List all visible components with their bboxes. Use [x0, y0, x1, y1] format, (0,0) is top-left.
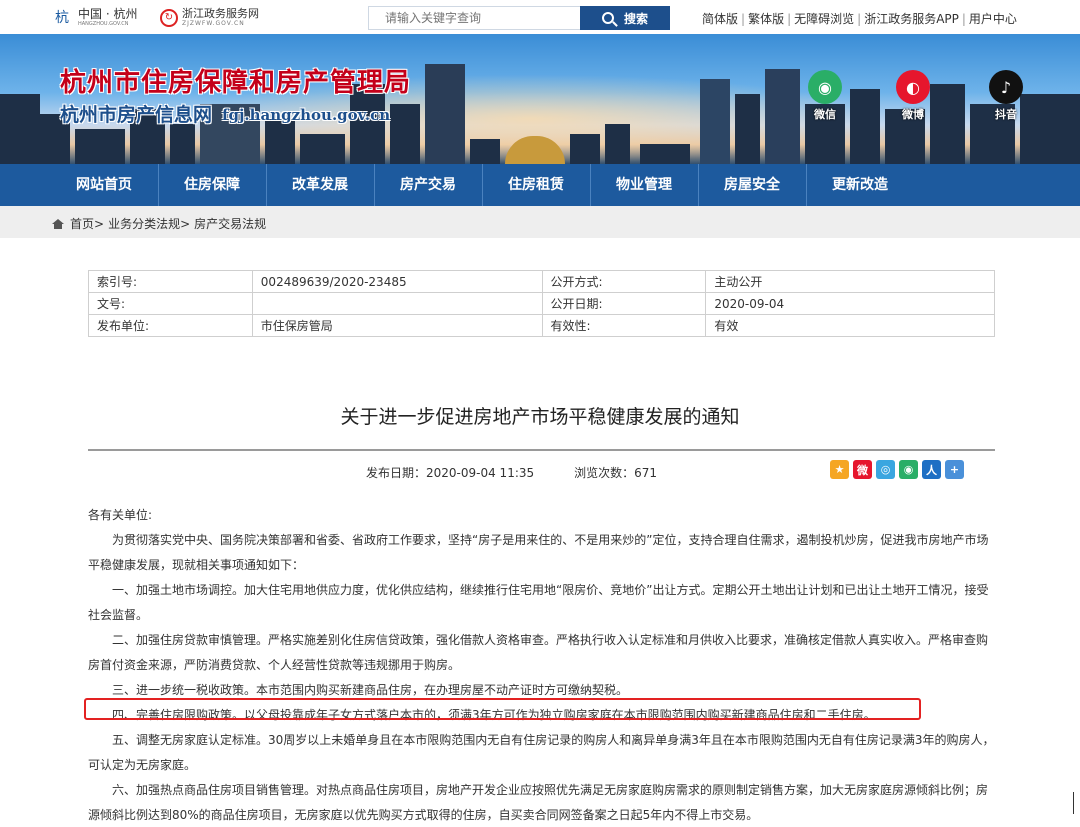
- share-bar: ★ 微 ◎ ◉ 人 +: [830, 460, 964, 479]
- meta-label: 公开方式:: [541, 270, 707, 293]
- top-links: 简体版 | 繁体版 | 无障碍浏览 | 浙江政务服务APP | 用户中心: [702, 12, 1017, 26]
- paragraph: 五、调整无房家庭认定标准。30周岁以上未婚单身且在本市限购范围内无自有住房记录的…: [88, 733, 995, 772]
- nav-rental[interactable]: 住房租赁: [482, 164, 590, 206]
- link-accessibility[interactable]: 无障碍浏览: [794, 12, 854, 26]
- nav-housing-security[interactable]: 住房保障: [158, 164, 266, 206]
- meta-label: 索引号:: [88, 270, 253, 293]
- zjzwfw-logo[interactable]: ↻ 浙江政务服务网 ZJZWFW.GOV.CN: [160, 8, 259, 27]
- meta-label: 有效性:: [541, 314, 707, 337]
- nav-renewal[interactable]: 更新改造: [806, 164, 914, 206]
- breadcrumb-current[interactable]: 房产交易法规: [194, 215, 266, 232]
- meta-value: 市住保房管局: [251, 314, 543, 337]
- site-subtitle: 杭州市房产信息网: [60, 104, 213, 126]
- social-douyin[interactable]: ♪ 抖音: [986, 70, 1026, 122]
- meta-label: 发布单位:: [88, 314, 253, 337]
- site-title: 杭州市住房保障和房产管理局: [60, 68, 412, 98]
- site-url: fgj.hangzhou.gov.cn: [222, 106, 391, 124]
- logo-text: 浙江政务服务网: [182, 7, 259, 20]
- search-input[interactable]: [368, 6, 581, 30]
- table-row: 发布单位: 市住保房管局 有效性: 有效: [88, 314, 995, 337]
- hangzhou-logo-icon: 杭: [55, 9, 69, 26]
- table-row: 索引号: 002489639/2020-23485 公开方式: 主动公开: [88, 270, 995, 293]
- view-count: 浏览次数：671: [574, 466, 658, 480]
- paragraph: 六、加强热点商品住房项目销售管理。对热点商品住房项目，房地产开发企业应按照优先满…: [88, 783, 989, 822]
- meta-value: 002489639/2020-23485: [251, 270, 543, 293]
- article-body: 各有关单位: 为贯彻落实党中央、国务院决策部署和省委、省政府工作要求，坚持“房子…: [88, 503, 998, 827]
- meta-value: [251, 292, 543, 315]
- paragraph: 一、加强土地市场调控。加大住宅用地供应力度，优化供应结构，继续推行住宅用地“限房…: [88, 583, 989, 622]
- nav-home[interactable]: 网站首页: [50, 164, 158, 206]
- weibo-icon[interactable]: 微: [853, 460, 872, 479]
- text-cursor: [1073, 792, 1074, 814]
- meta-label: 公开日期:: [541, 292, 707, 315]
- main-nav: 网站首页 住房保障 改革发展 房产交易 住房租赁 物业管理 房屋安全 更新改造: [0, 164, 1080, 206]
- nav-property-management[interactable]: 物业管理: [590, 164, 698, 206]
- meta-value: 2020-09-04: [705, 292, 995, 315]
- hangzhou-gov-logo[interactable]: 杭 中国 · 杭州 HANGZHOU.GOV.CN: [50, 7, 138, 28]
- logo-text: 中国 · 杭州: [78, 7, 138, 21]
- social-weibo[interactable]: ◐ 微博: [893, 70, 933, 122]
- wechat-icon: ◉: [808, 70, 842, 104]
- document-meta-table: 索引号: 002489639/2020-23485 公开方式: 主动公开 文号:…: [88, 270, 995, 337]
- nav-property-trade[interactable]: 房产交易: [374, 164, 482, 206]
- nav-reform[interactable]: 改革发展: [266, 164, 374, 206]
- publish-info: 发布日期：2020-09-04 11:35 浏览次数：671: [366, 464, 657, 481]
- meta-label: 文号:: [88, 292, 253, 315]
- meta-value: 主动公开: [705, 270, 995, 293]
- salutation: 各有关单位:: [88, 508, 153, 522]
- douyin-icon: ♪: [989, 70, 1023, 104]
- zjzwfw-logo-icon: ↻: [160, 8, 178, 27]
- breadcrumb-bar: 首页> 业务分类法规> 房产交易法规: [0, 206, 1080, 238]
- renren-icon[interactable]: 人: [922, 460, 941, 479]
- qzone-icon[interactable]: ★: [830, 460, 849, 479]
- link-simplified[interactable]: 简体版: [702, 12, 738, 26]
- home-icon: [52, 218, 64, 229]
- paragraph: 二、加强住房贷款审慎管理。严格实施差别化住房信贷政策，强化借款人资格审查。严格执…: [88, 633, 989, 672]
- wechat-icon[interactable]: ◉: [899, 460, 918, 479]
- title-divider: [88, 449, 995, 451]
- article-title: 关于进一步促进房地产市场平稳健康发展的通知: [340, 406, 740, 428]
- link-user-center[interactable]: 用户中心: [969, 12, 1017, 26]
- paragraph: 为贯彻落实党中央、国务院决策部署和省委、省政府工作要求，坚持“房子是用来住的、不…: [88, 533, 989, 572]
- search-button[interactable]: 搜索: [580, 6, 670, 30]
- breadcrumb-category[interactable]: 业务分类法规>: [108, 215, 190, 232]
- link-app[interactable]: 浙江政务服务APP: [864, 12, 959, 26]
- breadcrumb-home[interactable]: 首页>: [70, 215, 104, 232]
- publish-date: 发布日期：2020-09-04 11:35: [366, 466, 535, 480]
- tencent-weibo-icon[interactable]: ◎: [876, 460, 895, 479]
- logo-url: HANGZHOU.GOV.CN: [78, 21, 129, 27]
- meta-value: 有效: [705, 314, 995, 337]
- highlight-box: [84, 698, 921, 720]
- top-bar: 杭 中国 · 杭州 HANGZHOU.GOV.CN ↻ 浙江政务服务网 ZJZW…: [0, 0, 1080, 34]
- search-icon: [601, 12, 614, 24]
- weibo-icon: ◐: [896, 70, 930, 104]
- breadcrumb: 首页> 业务分类法规> 房产交易法规: [52, 215, 266, 232]
- logo-url: ZJZWFW.GOV.CN: [182, 20, 245, 27]
- more-icon[interactable]: +: [945, 460, 964, 479]
- site-banner: 杭州市住房保障和房产管理局 杭州市房产信息网 fgj.hangzhou.gov.…: [0, 34, 1080, 164]
- link-traditional[interactable]: 繁体版: [748, 12, 784, 26]
- table-row: 文号: 公开日期: 2020-09-04: [88, 292, 995, 315]
- social-wechat[interactable]: ◉ 微信: [805, 70, 845, 122]
- nav-building-safety[interactable]: 房屋安全: [698, 164, 806, 206]
